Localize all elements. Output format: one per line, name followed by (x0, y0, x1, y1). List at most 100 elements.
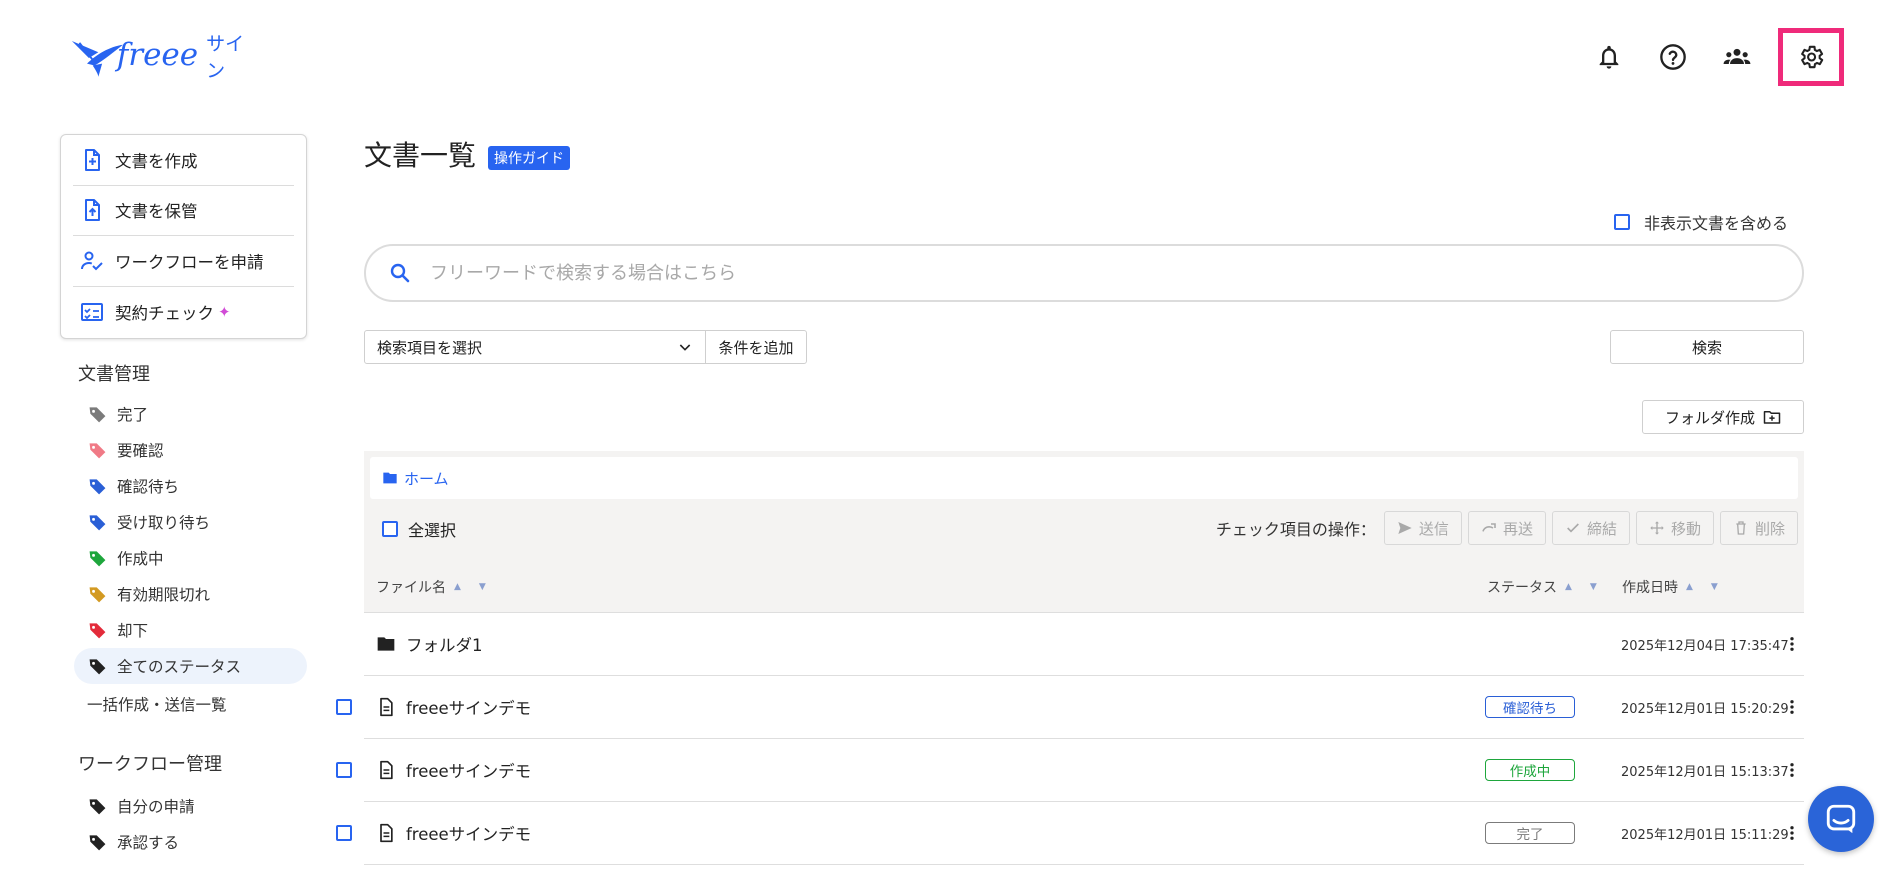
row-checkbox[interactable] (336, 699, 352, 715)
row-name[interactable]: freeeサインデモ (376, 821, 531, 845)
workflow-tag-list: 自分の申請 承認する (74, 788, 307, 860)
bulk-create-send-list-link[interactable]: 一括作成・送信一覧 (87, 693, 227, 715)
row-menu-button[interactable] (1782, 821, 1802, 845)
folder-icon (383, 472, 397, 484)
row-name[interactable]: フォルダ1 (376, 632, 483, 656)
workflow-filter-my-requests[interactable]: 自分の申請 (74, 788, 307, 824)
search-field-select[interactable]: 検索項目を選択 (364, 330, 706, 364)
sort-desc-icon[interactable]: ▼ (1711, 582, 1718, 592)
row-checkbox[interactable] (336, 825, 352, 841)
freee-sign-logo[interactable]: freee サイン (70, 33, 260, 82)
status-filter-needs-review[interactable]: 要確認 (74, 432, 307, 468)
document-icon (380, 760, 393, 780)
table-row[interactable]: freeeサインデモ 確認待ち 2025年12月01日 15:20:29 (336, 676, 1804, 739)
contract-check-button[interactable]: 契約チェック ✦ (73, 287, 294, 338)
workflow-filter-approve[interactable]: 承認する (74, 824, 307, 860)
checklist-icon (79, 299, 105, 325)
sort-desc-icon[interactable]: ▼ (479, 582, 486, 592)
row-menu-button[interactable] (1782, 695, 1802, 719)
tag-label: 要確認 (117, 442, 164, 460)
create-folder-label: フォルダ作成 (1664, 408, 1755, 427)
tag-icon (89, 514, 106, 530)
notifications-button[interactable] (1586, 34, 1632, 80)
status-filter-awaiting-receipt[interactable]: 受け取り待ち (74, 504, 307, 540)
table-row[interactable]: freeeサインデモ 作成中 2025年12月01日 15:13:37 (336, 739, 1804, 802)
help-button[interactable] (1650, 34, 1696, 80)
row-checkbox[interactable] (336, 762, 352, 778)
bulk-delete-button[interactable]: 削除 (1719, 511, 1798, 545)
sparkle-icon: ✦ (218, 302, 231, 321)
document-list-panel: ホーム 全選択 チェック項目の操作： 送信 再送 締結 移動 削除 ファイル名 … (364, 451, 1804, 613)
table-row[interactable]: freeeサインデモ 完了 2025年12月01日 15:11:29 (336, 802, 1804, 865)
include-hidden-label: 非表示文書を含める (1643, 214, 1788, 233)
column-header-created[interactable]: 作成日時 ▲ ▼ (1622, 577, 1718, 597)
action-label: ワークフローを申請 (115, 252, 264, 272)
status-filter-expired[interactable]: 有効期限切れ (74, 576, 307, 612)
help-icon (1660, 44, 1686, 70)
breadcrumb-home-link[interactable]: ホーム (404, 468, 449, 489)
row-menu-button[interactable] (1782, 758, 1802, 782)
sort-desc-icon[interactable]: ▼ (1590, 582, 1597, 592)
workflow-management-heading: ワークフロー管理 (78, 754, 222, 775)
select-all-toggle[interactable]: 全選択 (382, 517, 456, 541)
row-menu-button[interactable] (1782, 632, 1802, 656)
move-icon (1650, 521, 1664, 535)
bulk-resend-button[interactable]: 再送 (1467, 511, 1546, 545)
bulk-button-label: 再送 (1502, 519, 1533, 538)
table-row[interactable]: フォルダ1 2025年12月04日 17:35:47 (364, 613, 1804, 676)
sort-controls[interactable]: ▲ ▼ (1565, 582, 1597, 592)
row-name[interactable]: freeeサインデモ (376, 758, 531, 782)
search-input[interactable] (430, 262, 1730, 284)
sort-asc-icon[interactable]: ▲ (454, 582, 461, 592)
trash-icon (1736, 521, 1746, 535)
select-all-checkbox[interactable] (382, 521, 398, 537)
row-date: 2025年12月01日 15:11:29 (1621, 827, 1789, 843)
action-label: 文書を保管 (115, 202, 198, 222)
include-hidden-documents-toggle[interactable]: 非表示文書を含める (1613, 210, 1788, 234)
operation-guide-badge[interactable]: 操作ガイド (488, 146, 570, 170)
row-name[interactable]: freeeサインデモ (376, 695, 531, 719)
chat-support-button[interactable] (1808, 786, 1874, 852)
tag-icon (89, 798, 106, 814)
tag-icon (89, 550, 106, 566)
apply-workflow-button[interactable]: ワークフローを申請 (73, 236, 294, 287)
team-button[interactable] (1714, 34, 1760, 80)
sort-asc-icon[interactable]: ▲ (1565, 582, 1572, 592)
bulk-conclude-button[interactable]: 締結 (1551, 511, 1630, 545)
logo-subtext: サイン (206, 33, 245, 82)
column-header-label: 作成日時 (1622, 580, 1678, 596)
column-header-filename[interactable]: ファイル名 ▲ ▼ (376, 577, 486, 597)
settings-button[interactable] (1778, 28, 1844, 86)
tag-label: 作成中 (117, 550, 164, 568)
document-upload-icon (79, 197, 105, 223)
sort-controls[interactable]: ▲ ▼ (1686, 582, 1718, 592)
bulk-operations: チェック項目の操作： 送信 再送 締結 移動 削除 (1216, 511, 1798, 545)
bulk-send-button[interactable]: 送信 (1383, 511, 1462, 545)
status-filter-in-progress[interactable]: 作成中 (74, 540, 307, 576)
bulk-button-label: 削除 (1754, 519, 1785, 538)
create-document-button[interactable]: 文書を作成 (73, 135, 294, 186)
sort-controls[interactable]: ▲ ▼ (454, 582, 486, 592)
status-filter-rejected[interactable]: 却下 (74, 612, 307, 648)
sort-asc-icon[interactable]: ▲ (1686, 582, 1693, 592)
chat-icon (1826, 804, 1856, 834)
tag-icon (89, 586, 106, 602)
search-field-select-value: 検索項目を選択 (377, 338, 483, 357)
team-icon (1723, 48, 1751, 64)
quick-actions-card: 文書を作成 文書を保管 ワークフローを申請 契約チェック ✦ (60, 134, 307, 339)
row-date: 2025年12月01日 15:13:37 (1621, 764, 1789, 780)
more-vertical-icon (1790, 763, 1794, 777)
more-vertical-icon (1790, 637, 1794, 651)
include-hidden-checkbox[interactable] (1613, 214, 1630, 230)
add-condition-button[interactable]: 条件を追加 (705, 330, 807, 364)
store-document-button[interactable]: 文書を保管 (73, 186, 294, 236)
bulk-button-label: 締結 (1586, 519, 1617, 538)
status-filter-all[interactable]: 全てのステータス (74, 648, 307, 684)
column-header-status[interactable]: ステータス ▲ ▼ (1487, 577, 1597, 597)
status-filter-completed[interactable]: 完了 (74, 396, 307, 432)
document-icon (380, 823, 393, 843)
create-folder-button[interactable]: フォルダ作成 (1642, 400, 1804, 434)
search-button[interactable]: 検索 (1610, 330, 1804, 364)
status-filter-awaiting-confirmation[interactable]: 確認待ち (74, 468, 307, 504)
bulk-move-button[interactable]: 移動 (1635, 511, 1714, 545)
